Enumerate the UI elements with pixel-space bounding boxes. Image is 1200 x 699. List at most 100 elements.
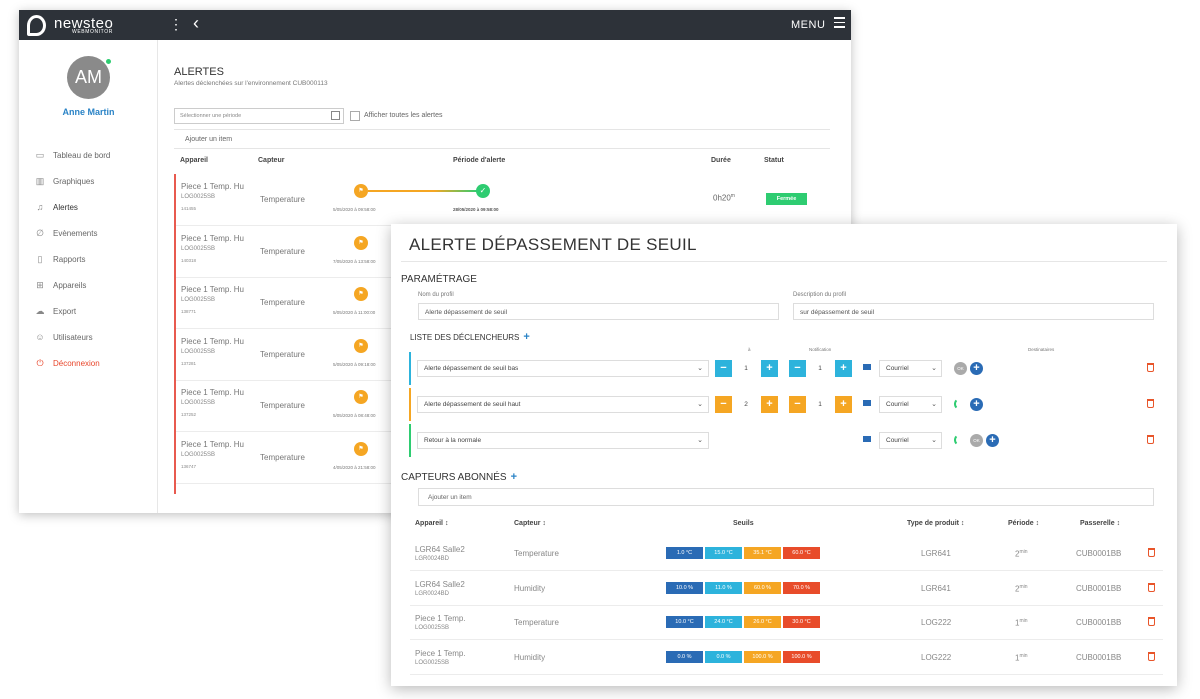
calendar-icon[interactable]	[331, 111, 340, 120]
col-period[interactable]: Période d'alerte	[453, 157, 505, 164]
sensor-period: 2min	[1015, 584, 1028, 594]
flag-icon: ⚑	[354, 441, 368, 456]
power-icon: ⏻	[36, 357, 44, 368]
trash-icon[interactable]	[1148, 548, 1155, 557]
show-all-checkbox[interactable]	[350, 111, 360, 121]
col-sensor[interactable]: Capteur	[258, 157, 284, 164]
trigger-type-value: Alerte dépassement de seuil haut	[424, 401, 521, 408]
add-item-input[interactable]: Ajouter un item	[174, 129, 830, 149]
table-row[interactable]: Piece 1 Temp. LOG0025SB Temperature 10.0 °C…	[410, 605, 1163, 640]
table-row[interactable]: Piece 1 Temp. LOG0025SB Humidity 0.0 % 0.0 %…	[410, 640, 1163, 675]
delay-value[interactable]: 2	[734, 396, 758, 413]
row-device: Piece 1 Temp. Hu	[181, 439, 244, 449]
channel-select[interactable]: Courriel ⌄	[879, 396, 942, 413]
table-row[interactable]: LGR64 Salle2 LGR0024BD Temperature 1.0 °C 15…	[410, 536, 1163, 571]
sidebar-item-1[interactable]: ▥ Graphiques	[33, 174, 95, 188]
period-unit: min	[1019, 618, 1028, 624]
trash-icon[interactable]	[1148, 582, 1155, 592]
decrement-button[interactable]: −	[789, 360, 806, 377]
add-trigger-plus-icon[interactable]: +	[523, 331, 529, 343]
decrement-button[interactable]: −	[789, 396, 806, 413]
trigger-type-select[interactable]: Retour à la normale ⌄	[417, 432, 709, 449]
monitor-icon: ▭	[35, 149, 45, 160]
show-all-label: Afficher toutes les alertes	[364, 112, 443, 119]
trash-icon[interactable]	[1148, 651, 1155, 661]
row-number: 138771	[181, 309, 197, 314]
notification-value[interactable]: 1	[808, 360, 832, 377]
trash-icon[interactable]	[1147, 363, 1154, 372]
add-recipient-icon[interactable]: +	[970, 398, 983, 411]
trash-icon[interactable]	[1148, 617, 1155, 626]
add-recipient-icon[interactable]: +	[986, 434, 999, 447]
delay-value[interactable]: 1	[734, 360, 758, 377]
trigger-type-select[interactable]: Alerte dépassement de seuil haut ⌄	[417, 396, 709, 413]
scol-device[interactable]: Appareil ↕	[415, 520, 448, 527]
channel-select[interactable]: Courriel ⌄	[879, 432, 942, 449]
row-sensor: Temperature	[260, 246, 305, 256]
col-device[interactable]: Appareil	[180, 157, 208, 164]
sidebar-item-8[interactable]: ⏻ Déconnexion	[33, 356, 99, 370]
sidebar-item-5[interactable]: ⊞ Appareils	[33, 278, 86, 292]
sensor-add-item-input[interactable]: Ajouter un item	[418, 488, 1154, 506]
sidebar-item-label: Rapports	[53, 254, 86, 264]
profile-desc-input[interactable]: sur dépassement de seuil	[793, 303, 1154, 320]
increment-button[interactable]: +	[761, 360, 778, 377]
scol-gateway[interactable]: Passerelle ↕	[1080, 520, 1120, 527]
sidebar-item-2[interactable]: ♫ Alertes	[33, 200, 78, 214]
threshold-chip: 60.0 %	[744, 581, 781, 594]
online-status-dot	[105, 58, 112, 65]
flag-icon: ⚑	[354, 287, 368, 301]
channel-value: Courriel	[886, 365, 909, 372]
threshold-chip: 0.0 %	[705, 650, 742, 663]
row-start-date: 4/05/2020 à 21:58:00	[333, 464, 376, 470]
scol-product[interactable]: Type de produit ↕	[907, 520, 964, 527]
recipient-ok-chip[interactable]: OK	[970, 434, 983, 447]
scol-period[interactable]: Période ↕	[1008, 520, 1039, 527]
increment-button[interactable]: +	[835, 360, 852, 377]
col-status[interactable]: Statut	[764, 157, 784, 164]
sensor-period: 2min	[1015, 549, 1028, 559]
notification-value[interactable]: 1	[808, 396, 832, 413]
trigger-type-value: Retour à la normale	[424, 437, 482, 444]
scol-sensor[interactable]: Capteur ↕	[514, 520, 546, 527]
kebab-menu-icon[interactable]: ⋮	[169, 17, 183, 31]
increment-button[interactable]: +	[835, 396, 852, 413]
chevron-left-icon[interactable]: ‹	[193, 13, 199, 33]
recipient-ok-chip[interactable]: OK	[954, 362, 967, 375]
trigger-type-select[interactable]: Alerte dépassement de seuil bas ⌄	[417, 360, 709, 377]
row-device: Piece 1 Temp. Hu	[181, 285, 244, 294]
sidebar-item-6[interactable]: ☁ Export	[33, 304, 77, 318]
table-row[interactable]: LGR64 Salle2 LGR0024BD Humidity 10.0 % 11.0 …	[410, 571, 1163, 606]
sidebar-item-3[interactable]: ∅ Evènements	[33, 226, 97, 240]
sidebar-item-7[interactable]: ☺ Utilisateurs	[33, 330, 92, 344]
profile-name-input[interactable]: Alerte dépassement de seuil	[418, 303, 779, 320]
trigger-color-bar	[409, 352, 411, 385]
trash-icon[interactable]	[1147, 435, 1154, 444]
decrement-button[interactable]: −	[715, 396, 732, 413]
user-name[interactable]: Anne Martin	[19, 107, 158, 117]
period-input[interactable]: Sélectionner une période	[174, 108, 344, 124]
period-unit: min	[1019, 549, 1028, 555]
menu-button[interactable]: MENU	[791, 19, 825, 31]
decrement-button[interactable]: −	[715, 360, 732, 377]
trash-icon[interactable]	[1147, 399, 1154, 408]
status-badge: Fermée	[766, 193, 807, 205]
channel-select[interactable]: Courriel ⌄	[879, 360, 942, 377]
sidebar-item-4[interactable]: ▯ Rapports	[33, 252, 86, 266]
sidebar-item-0[interactable]: ▭ Tableau de bord	[33, 148, 111, 162]
threshold-chips: 1.0 °C 15.0 °C 35.1 °C 60.0 °C	[666, 547, 822, 559]
row-number: 136747	[181, 463, 197, 469]
add-sensor-plus-icon[interactable]: +	[511, 471, 517, 483]
threshold-chip: 35.1 °C	[744, 547, 781, 559]
table-row[interactable]: Piece 1 Temp. Hu LOG0025SB 141455 Temperatu…	[176, 174, 836, 226]
report-icon: ▯	[37, 253, 43, 264]
brand-product: WEBMONITOR	[72, 29, 113, 35]
add-recipient-icon[interactable]: +	[970, 362, 983, 375]
row-number: 137252	[181, 412, 197, 417]
sidebar: AM Anne Martin ▭ Tableau de bord ▥ Graphiqu…	[19, 40, 158, 513]
increment-button[interactable]: +	[761, 396, 778, 413]
mail-icon	[863, 400, 871, 406]
avatar[interactable]: AM	[67, 56, 110, 99]
col-duration[interactable]: Durée	[711, 157, 731, 164]
hamburger-icon[interactable]	[834, 17, 845, 29]
